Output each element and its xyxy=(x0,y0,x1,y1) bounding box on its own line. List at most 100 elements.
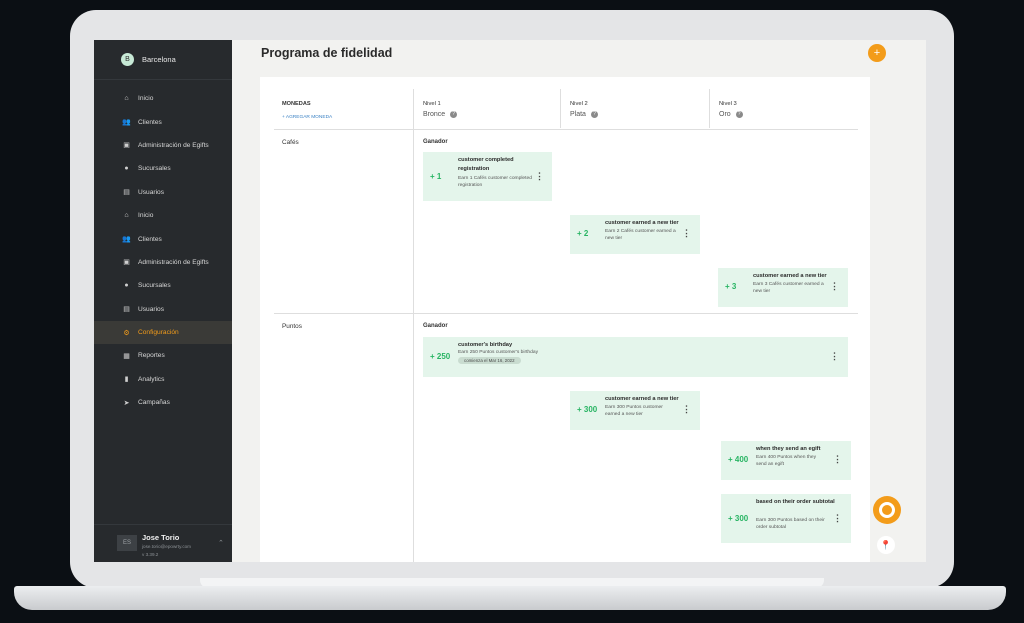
level-2-tier: Plata? xyxy=(570,111,598,118)
sidebar-item-label: Configuración xyxy=(138,329,179,337)
currency-row-label: Cafés xyxy=(282,139,299,146)
sidebar-item-campanas[interactable]: ➤ Campañas xyxy=(94,391,232,414)
sidebar: B Barcelona ⌂ Inicio 👥 Clientes ▣ Administr… xyxy=(94,40,232,562)
help-icon[interactable]: ? xyxy=(735,111,743,118)
chevron-up-icon[interactable]: ⌃ xyxy=(218,539,224,547)
kebab-menu-icon[interactable]: ⋮ xyxy=(682,228,691,239)
rule-title: customer earned a new tier xyxy=(605,396,679,402)
rule-card[interactable]: + 2 customer earned a new tier Earn 2 Ca… xyxy=(570,215,700,254)
sidebar-item-label: Inicio xyxy=(138,95,154,103)
sidebar-item-usuarios-2[interactable]: ▤ Usuarios xyxy=(94,298,232,321)
brand-avatar: B xyxy=(121,53,134,66)
add-button[interactable]: + xyxy=(868,44,886,62)
rule-points: + 250 xyxy=(430,352,451,361)
rule-card[interactable]: + 300 based on their order subtotal Earn… xyxy=(721,494,851,543)
section-divider xyxy=(274,313,858,314)
brand-switcher[interactable]: B Barcelona xyxy=(94,40,232,80)
help-icon[interactable]: ? xyxy=(450,111,458,118)
add-currency-link[interactable]: + AGREGAR MONEDA xyxy=(282,115,332,120)
send-icon: ➤ xyxy=(123,399,130,407)
gift-icon: ▣ xyxy=(123,259,130,267)
sidebar-item-label: Sucursales xyxy=(138,165,171,173)
sidebar-item-reportes[interactable]: ▦ Reportes xyxy=(94,344,232,367)
home-icon: ⌂ xyxy=(124,212,129,220)
tier-label: Plata xyxy=(570,111,586,118)
start-date-badge: comienza el Mar 16, 2022 xyxy=(458,357,521,364)
app-screen: B Barcelona ⌂ Inicio 👥 Clientes ▣ Administr… xyxy=(94,40,926,562)
user-email: jose.torio@epowrty.com xyxy=(142,544,192,549)
users-icon: 👥 xyxy=(122,236,131,244)
rule-card[interactable]: + 300 customer earned a new tier Earn 30… xyxy=(570,391,700,430)
rule-title: when they send an egift xyxy=(756,446,821,452)
location-pin-icon[interactable]: 📍 xyxy=(877,536,895,554)
tier-label: Oro xyxy=(719,111,731,118)
sidebar-item-clientes[interactable]: 👥 Clientes xyxy=(94,110,232,133)
winner-label: Ganador xyxy=(423,323,448,329)
rule-card[interactable]: + 3 customer earned a new tier Earn 3 Ca… xyxy=(718,268,848,307)
bar-chart-icon: ▮ xyxy=(124,376,129,384)
tier-label: Bronce xyxy=(423,111,446,118)
gear-icon: ⚙ xyxy=(123,329,130,337)
sidebar-item-clientes-2[interactable]: 👥 Clientes xyxy=(94,227,232,250)
sidebar-item-sucursales[interactable]: ● Sucursales xyxy=(94,157,232,180)
currencies-header: MONEDAS xyxy=(282,101,311,107)
rule-points: + 2 xyxy=(577,229,589,238)
sidebar-item-inicio-2[interactable]: ⌂ Inicio xyxy=(94,204,232,227)
laptop-base xyxy=(14,586,1006,610)
location-pin-icon: ● xyxy=(124,165,129,173)
chat-support-button[interactable] xyxy=(873,496,901,524)
sidebar-item-label: Inicio xyxy=(138,212,154,220)
currency-row-label: Puntos xyxy=(282,323,302,330)
sidebar-nav: ⌂ Inicio 👥 Clientes ▣ Administración de Egi… xyxy=(94,87,232,414)
rule-points: + 3 xyxy=(725,282,737,291)
rule-points: + 300 xyxy=(577,405,598,414)
rule-description: Earn 1 Cafés customer completed registra… xyxy=(458,176,532,188)
table-icon: ▦ xyxy=(123,352,130,360)
kebab-menu-icon[interactable]: ⋮ xyxy=(535,171,544,182)
sidebar-item-label: Clientes xyxy=(138,118,162,126)
rule-card[interactable]: + 400 when they send an egift Earn 400 P… xyxy=(721,441,851,480)
gift-icon: ▣ xyxy=(123,142,130,150)
kebab-menu-icon[interactable]: ⋮ xyxy=(682,404,691,415)
chat-icon xyxy=(879,502,895,518)
kebab-menu-icon[interactable]: ⋮ xyxy=(830,351,839,362)
sidebar-item-usuarios[interactable]: ▤ Usuarios xyxy=(94,181,232,204)
header-divider xyxy=(274,129,858,130)
sidebar-item-label: Administración de Egifts xyxy=(138,258,209,266)
level-3-name: Nivel 3 xyxy=(719,101,737,107)
rule-points: + 300 xyxy=(728,514,749,523)
kebab-menu-icon[interactable]: ⋮ xyxy=(833,513,842,524)
sidebar-item-label: Reportes xyxy=(138,352,165,360)
id-card-icon: ▤ xyxy=(123,306,130,314)
user-name: Jose Torio xyxy=(142,533,180,542)
id-card-icon: ▤ xyxy=(123,189,130,197)
level-1-name: Nivel 1 xyxy=(423,101,441,107)
sidebar-item-analytics[interactable]: ▮ Analytics xyxy=(94,368,232,391)
rule-description: Earn 250 Puntos customer's birthday xyxy=(458,350,539,355)
column-divider xyxy=(709,89,710,128)
kebab-menu-icon[interactable]: ⋮ xyxy=(830,281,839,292)
users-icon: 👥 xyxy=(122,119,131,127)
brand-name: Barcelona xyxy=(142,55,176,64)
rule-card[interactable]: + 1 customer completed registration Earn… xyxy=(423,152,552,201)
rule-card[interactable]: + 250 customer's birthday Earn 250 Punto… xyxy=(423,337,848,377)
rule-points: + 400 xyxy=(728,455,749,464)
rule-description: Earn 300 Puntos customer earned a new ti… xyxy=(605,405,663,417)
winner-label: Ganador xyxy=(423,139,448,145)
sidebar-item-egifts[interactable]: ▣ Administración de Egifts xyxy=(94,134,232,157)
rule-description: Earn 3 Cafés customer earned a new tier xyxy=(753,282,824,294)
sidebar-item-egifts-2[interactable]: ▣ Administración de Egifts xyxy=(94,251,232,274)
help-icon[interactable]: ? xyxy=(590,111,598,118)
rule-points: + 1 xyxy=(430,172,442,181)
rule-description: Earn 400 Puntos when they send an egift xyxy=(756,455,817,467)
app-version: v 3.39.2 xyxy=(142,552,159,557)
sidebar-item-sucursales-2[interactable]: ● Sucursales xyxy=(94,274,232,297)
user-menu[interactable]: ES Jose Torio jose.torio@epowrty.com v 3… xyxy=(94,524,232,562)
location-pin-icon: ● xyxy=(124,282,129,290)
sidebar-item-configuracion[interactable]: ⚙ Configuración xyxy=(94,320,232,345)
rule-title: customer earned a new tier xyxy=(605,220,679,226)
kebab-menu-icon[interactable]: ⋮ xyxy=(833,454,842,465)
sidebar-item-label: Campañas xyxy=(138,399,170,407)
sidebar-item-label: Usuarios xyxy=(138,188,165,196)
sidebar-item-inicio[interactable]: ⌂ Inicio xyxy=(94,87,232,110)
